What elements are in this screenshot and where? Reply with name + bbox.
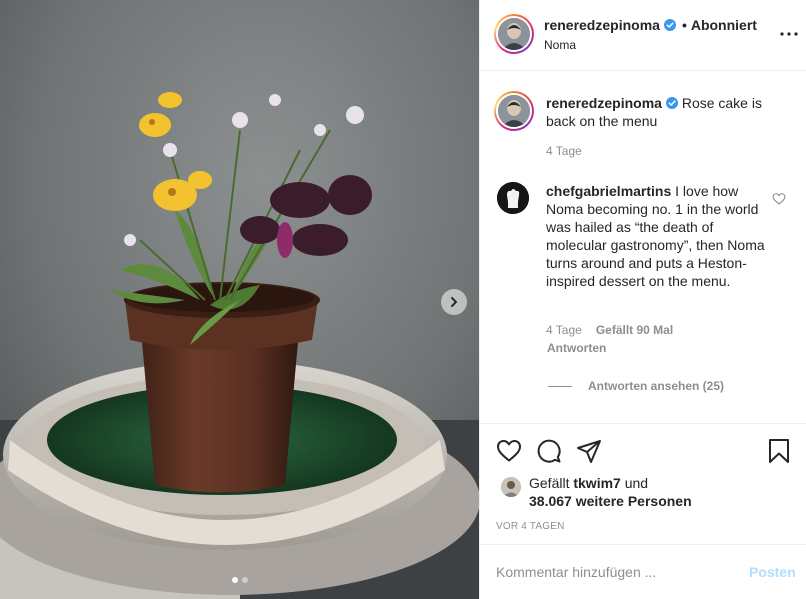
- carousel-dot: [241, 577, 248, 583]
- reply-button[interactable]: Antworten: [547, 341, 606, 355]
- comment-username[interactable]: chefgabrielmartins: [546, 183, 671, 199]
- commenter-avatar[interactable]: [497, 182, 529, 214]
- first-liker-username[interactable]: tkwim7: [573, 475, 620, 491]
- small-heart-icon[interactable]: [772, 192, 786, 206]
- post-comment-button[interactable]: Posten: [749, 564, 796, 580]
- comment-input[interactable]: [496, 561, 736, 583]
- flowerpot-photo: [0, 0, 479, 599]
- comment-meta: 4 Tage Gefällt 90 Mal: [546, 323, 687, 337]
- view-replies-button[interactable]: Antworten ansehen (25): [548, 379, 724, 393]
- author-avatar-image: [498, 18, 530, 50]
- caption-time: 4 Tage: [546, 144, 582, 158]
- view-replies-label: Antworten ansehen (25): [588, 379, 725, 393]
- likes-conjunction: und: [624, 475, 649, 491]
- comment-likes[interactable]: Gefällt 90 Mal: [596, 323, 673, 337]
- post-photo[interactable]: [0, 0, 479, 599]
- next-image-button[interactable]: [441, 289, 467, 315]
- liker-avatar[interactable]: [501, 477, 521, 497]
- author-line: reneredzepinoma • Abonniert: [544, 17, 757, 33]
- bookmark-icon[interactable]: [766, 438, 792, 464]
- share-icon[interactable]: [576, 438, 602, 464]
- post-side-panel: reneredzepinoma • Abonniert Noma renered…: [479, 0, 806, 599]
- carousel-indicator: [0, 577, 479, 583]
- more-options-icon[interactable]: [778, 24, 800, 44]
- caption: reneredzepinoma Rose cake is back on the…: [546, 94, 786, 130]
- liker-avatar-image: [501, 477, 521, 497]
- comments-section[interactable]: reneredzepinoma Rose cake is back on the…: [480, 71, 806, 433]
- likes-count-link[interactable]: 38.067 weitere Personen: [529, 493, 692, 509]
- likes-prefix: Gefällt: [529, 475, 570, 491]
- caption-avatar-image: [498, 95, 530, 127]
- carousel-dot-active: [231, 577, 238, 583]
- comment-icon[interactable]: [536, 438, 562, 464]
- chef-hat-icon: [497, 182, 529, 214]
- author-username[interactable]: reneredzepinoma: [544, 17, 660, 33]
- author-avatar[interactable]: [494, 14, 534, 54]
- comment-time: 4 Tage: [546, 323, 582, 337]
- post-date[interactable]: VOR 4 TAGEN: [496, 521, 565, 532]
- post-location[interactable]: Noma: [544, 38, 576, 52]
- post-modal: reneredzepinoma • Abonniert Noma renered…: [0, 0, 806, 599]
- follow-status-button[interactable]: Abonniert: [691, 17, 757, 33]
- post-header: reneredzepinoma • Abonniert Noma: [480, 0, 806, 71]
- verified-badge-icon: [663, 19, 676, 31]
- separator-dot: •: [681, 17, 687, 33]
- replies-divider-line: [548, 385, 572, 387]
- heart-icon[interactable]: [496, 438, 522, 464]
- action-section: Gefällt tkwim7 und 38.067 weitere Person…: [480, 423, 806, 599]
- comment: chefgabrielmartins I love how Noma becom…: [546, 182, 771, 290]
- chevron-right-icon: [451, 297, 457, 307]
- caption-username[interactable]: reneredzepinoma: [546, 95, 662, 111]
- add-comment-form: Posten: [480, 544, 806, 599]
- caption-author-avatar[interactable]: [494, 91, 534, 131]
- verified-badge-icon: [665, 97, 678, 109]
